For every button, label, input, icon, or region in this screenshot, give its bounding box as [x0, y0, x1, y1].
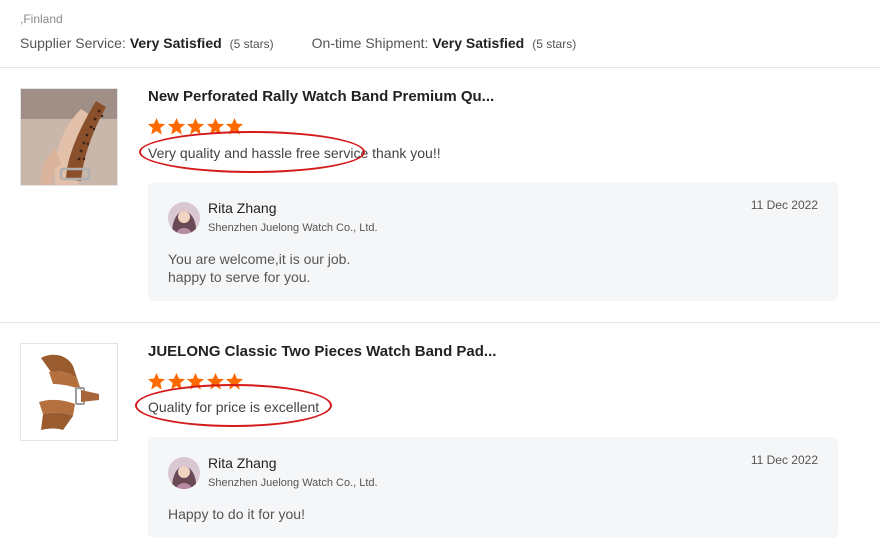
- product-title[interactable]: JUELONG Classic Two Pieces Watch Band Pa…: [148, 343, 496, 360]
- avatar-icon: [168, 457, 200, 489]
- replier-company[interactable]: Shenzhen Juelong Watch Co., Ltd.: [208, 222, 378, 234]
- rating-label: On-time Shipment:: [311, 35, 429, 51]
- star-icon: [147, 372, 166, 390]
- buyer-location: ,Finland: [20, 12, 63, 26]
- review-item: JUELONG Classic Two Pieces Watch Band Pa…: [0, 322, 881, 559]
- product-thumbnail[interactable]: [20, 88, 118, 186]
- avatar-icon: [168, 202, 200, 234]
- star-icon: [186, 117, 205, 135]
- review-item: New Perforated Rally Watch Band Premium …: [0, 67, 881, 322]
- on-time-shipment-rating: On-time Shipment: Very Satisfied (5 star…: [312, 35, 577, 51]
- star-icon: [167, 372, 185, 390]
- star-icon: [225, 372, 244, 390]
- supplier-reply: Rita Zhang Shenzhen Juelong Watch Co., L…: [148, 437, 838, 538]
- star-rating: [147, 372, 245, 391]
- perforated-watch-band-icon: [21, 89, 117, 185]
- rating-value: Very Satisfied: [432, 35, 525, 51]
- star-icon: [225, 117, 244, 135]
- review-comment: Quality for price is excellent: [148, 399, 320, 415]
- reply-line: You are welcome,it is our job.: [168, 251, 351, 267]
- rating-value: Very Satisfied: [129, 35, 222, 51]
- supplier-reply: Rita Zhang Shenzhen Juelong Watch Co., L…: [148, 182, 838, 301]
- avatar: [168, 202, 200, 234]
- replier-name: Rita Zhang: [208, 455, 277, 471]
- reply-message: Happy to do it for you!: [168, 505, 305, 523]
- product-thumbnail[interactable]: [20, 343, 118, 441]
- reply-date: 11 Dec 2022: [750, 453, 818, 467]
- rating-label: Supplier Service:: [20, 35, 126, 51]
- reply-message: You are welcome,it is our job. happy to …: [168, 250, 350, 286]
- star-icon: [186, 372, 205, 390]
- rating-stars-note: (5 stars): [532, 37, 577, 51]
- reply-date: 11 Dec 2022: [750, 198, 818, 212]
- star-icon: [147, 117, 166, 135]
- leather-watch-band-icon: [21, 344, 117, 440]
- replier-company[interactable]: Shenzhen Juelong Watch Co., Ltd.: [208, 477, 378, 489]
- star-icon: [167, 117, 185, 135]
- rating-stars-note: (5 stars): [229, 37, 274, 51]
- reply-line: happy to serve for you.: [168, 269, 311, 285]
- supplier-ratings: Supplier Service: Very Satisfied (5 star…: [20, 35, 576, 51]
- avatar: [168, 457, 200, 489]
- replier-name: Rita Zhang: [208, 200, 277, 216]
- reply-line: Happy to do it for you!: [168, 506, 305, 522]
- star-rating: [147, 117, 245, 136]
- star-icon: [206, 117, 224, 135]
- star-icon: [206, 372, 224, 390]
- review-comment: Very quality and hassle free service tha…: [148, 145, 441, 161]
- product-title[interactable]: New Perforated Rally Watch Band Premium …: [148, 88, 494, 105]
- supplier-service-rating: Supplier Service: Very Satisfied (5 star…: [20, 35, 274, 51]
